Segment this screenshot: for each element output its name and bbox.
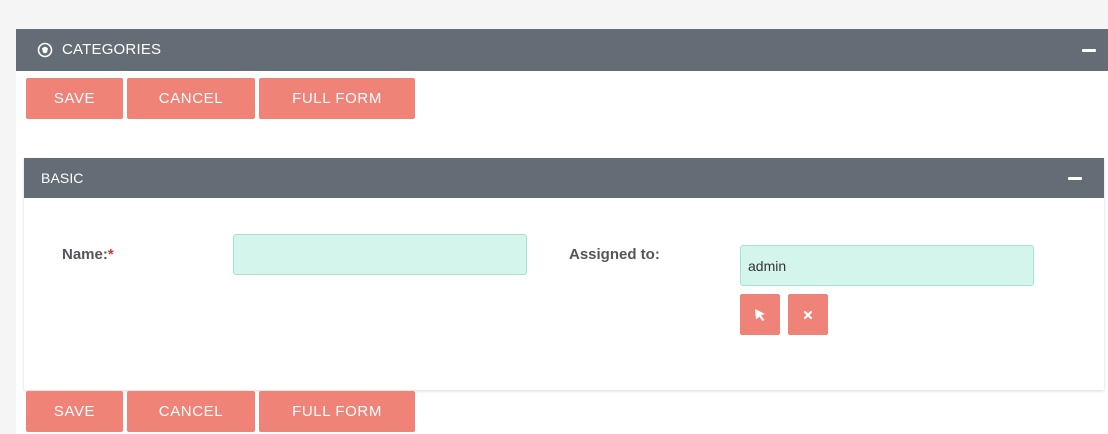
cancel-button-top[interactable]: CANCEL xyxy=(127,78,255,119)
full-form-button-top[interactable]: FULL FORM xyxy=(259,78,415,119)
panel-collapse-icon[interactable] xyxy=(1068,177,1082,180)
select-user-button[interactable] xyxy=(740,294,780,335)
close-icon xyxy=(803,310,813,319)
categories-icon xyxy=(37,42,53,58)
full-form-button-bottom[interactable]: FULL FORM xyxy=(259,391,415,432)
save-button-bottom[interactable]: SAVE xyxy=(26,391,123,432)
panel-title: BASIC xyxy=(41,170,84,186)
top-button-row: SAVE CANCEL FULL FORM xyxy=(26,78,415,119)
required-marker: * xyxy=(107,246,114,263)
bottom-button-row: SAVE CANCEL FULL FORM xyxy=(26,391,415,432)
categories-module: CATEGORIES SAVE CANCEL FULL FORM BASIC N… xyxy=(16,29,1108,434)
assigned-to-input[interactable] xyxy=(740,245,1034,286)
name-label: Name:* xyxy=(62,246,114,263)
name-label-text: Name: xyxy=(62,246,108,263)
save-button-top[interactable]: SAVE xyxy=(26,78,123,119)
cursor-arrow-icon xyxy=(755,308,765,321)
assigned-to-label: Assigned to: xyxy=(569,246,660,263)
basic-panel: BASIC Name:* Assigned to: xyxy=(24,158,1104,390)
cancel-button-bottom[interactable]: CANCEL xyxy=(127,391,255,432)
basic-panel-header[interactable]: BASIC xyxy=(24,158,1104,198)
module-header: CATEGORIES xyxy=(16,29,1108,71)
module-collapse-icon[interactable] xyxy=(1082,49,1096,52)
clear-user-button[interactable] xyxy=(788,294,828,335)
module-title: CATEGORIES xyxy=(62,41,162,58)
name-input[interactable] xyxy=(233,234,527,275)
